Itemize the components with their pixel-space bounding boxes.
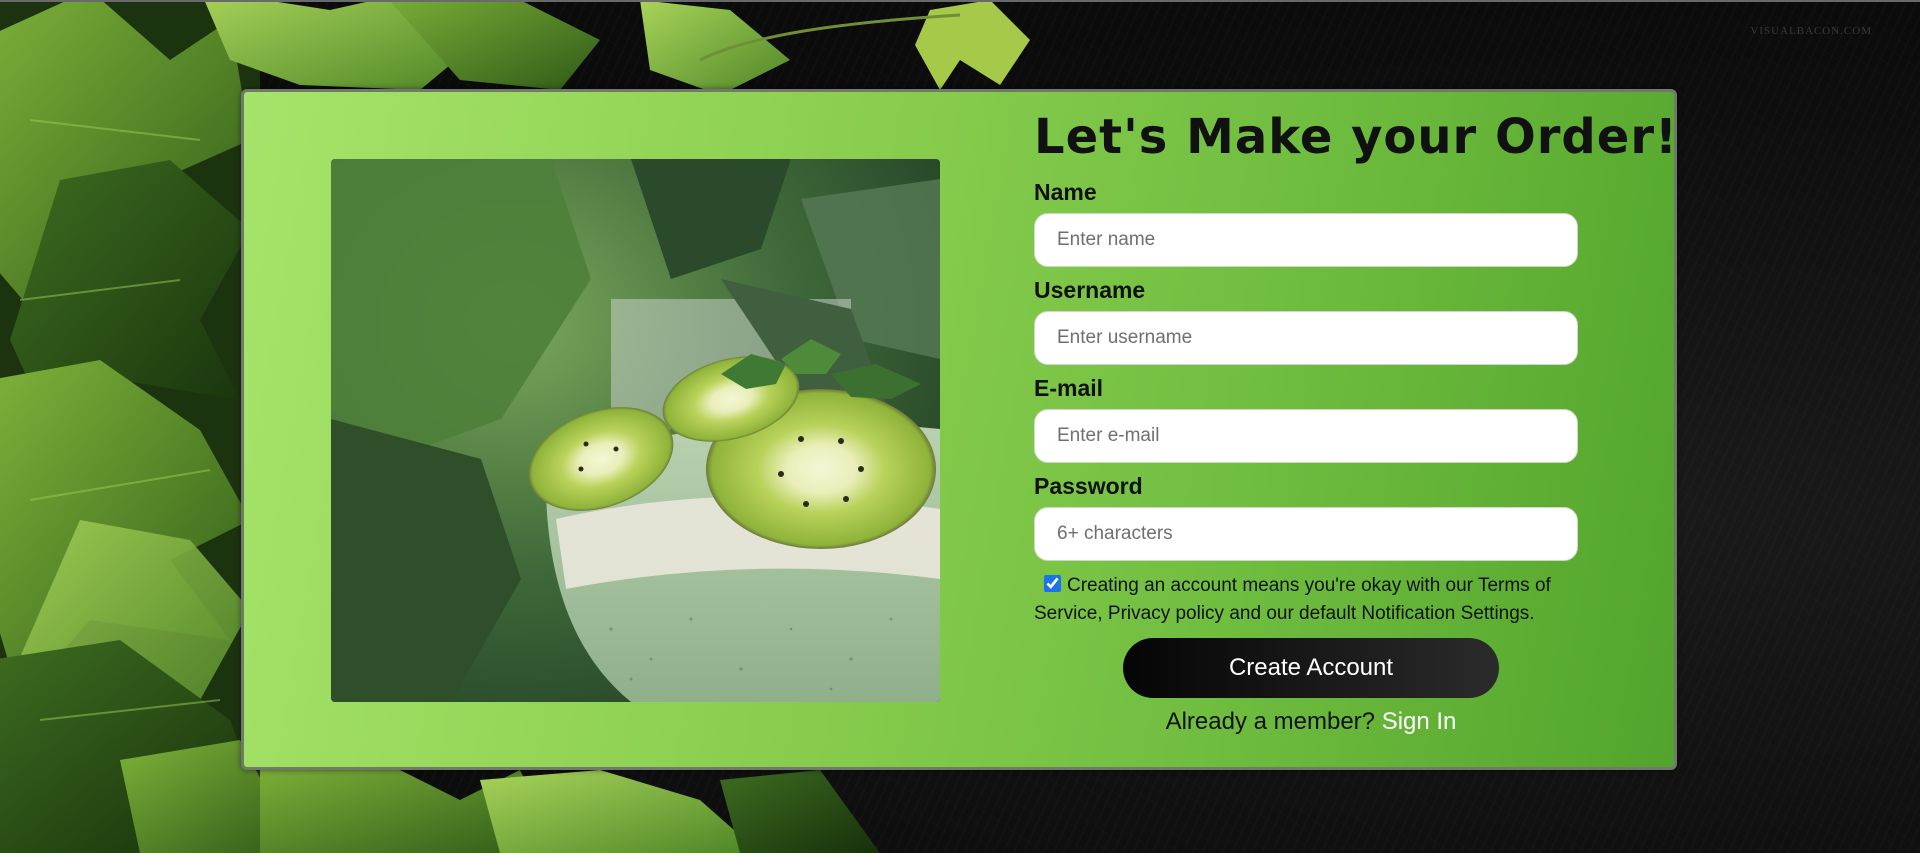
password-label: Password: [1034, 473, 1143, 500]
username-input[interactable]: [1034, 311, 1578, 366]
username-label: Username: [1034, 277, 1146, 304]
top-border-line: [0, 0, 1920, 2]
kiwi-smoothie-image: [331, 159, 940, 702]
email-label: E-mail: [1034, 375, 1104, 402]
member-row: Already a member? Sign In: [1034, 708, 1588, 736]
order-form: Let's Make your Order! Name Username E-m…: [1034, 109, 1678, 736]
terms-row: Creating an account means you're okay wi…: [1034, 572, 1594, 628]
sign-in-link[interactable]: Sign In: [1382, 708, 1457, 735]
password-input[interactable]: [1034, 507, 1578, 562]
member-prompt: Already a member?: [1165, 708, 1376, 736]
terms-checkbox[interactable]: [1044, 575, 1061, 593]
terms-text: Creating an account means you're okay wi…: [1034, 575, 1551, 625]
create-account-button[interactable]: Create Account: [1123, 638, 1499, 699]
submit-row: Create Account: [1034, 638, 1588, 699]
form-title: Let's Make your Order!: [1034, 109, 1678, 165]
kiwi-smoothie-photo: [331, 159, 940, 702]
email-input[interactable]: [1034, 409, 1578, 464]
name-input[interactable]: [1034, 213, 1578, 268]
watermark-text: VISUALBACON.COM: [1750, 25, 1872, 37]
name-label: Name: [1034, 179, 1097, 206]
order-card: Let's Make your Order! Name Username E-m…: [241, 89, 1677, 770]
